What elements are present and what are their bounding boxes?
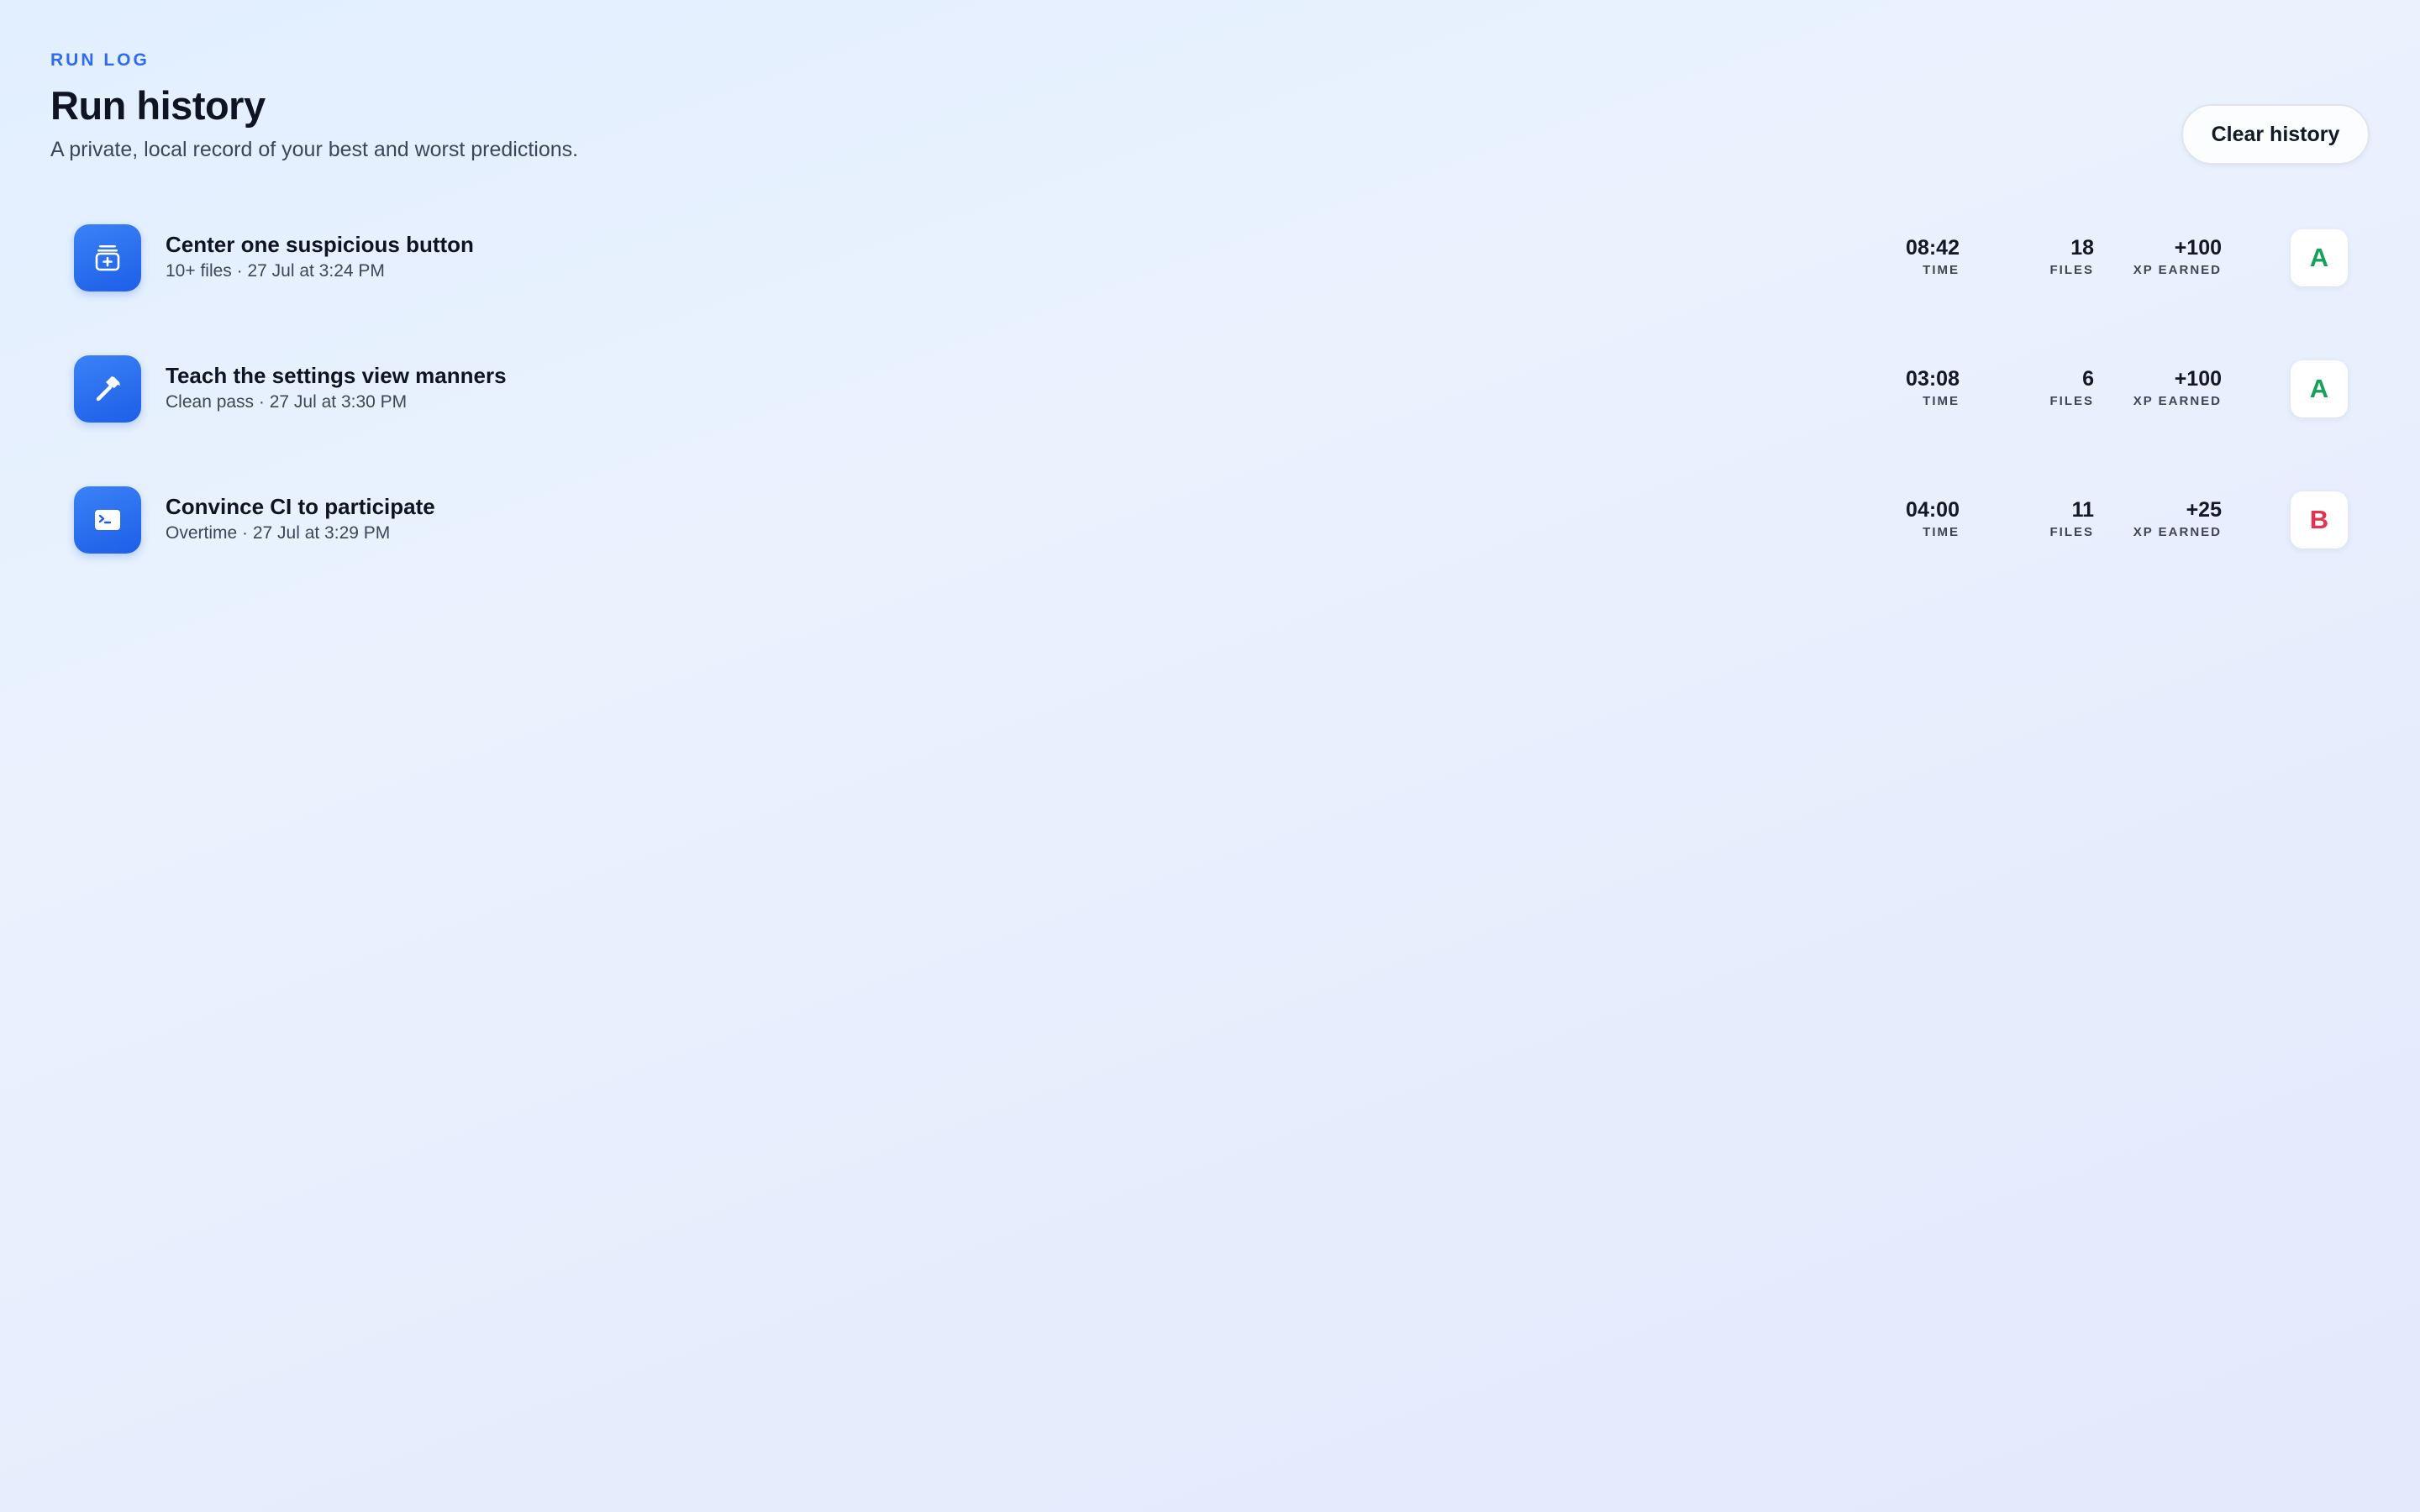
hammer-icon [74, 355, 141, 423]
run-info: Teach the settings view manners Clean pa… [166, 362, 507, 413]
xp-stat: +25 XP EARNED [2133, 498, 2222, 540]
run-meta: Overtime · 27 Jul at 3:29 PM [166, 523, 391, 543]
xp-stat: +100 XP EARNED [2133, 236, 2222, 278]
time-value: 03:08 [1906, 367, 1960, 391]
run-row[interactable]: Convince CI to participate Overtime · 27… [74, 486, 2348, 554]
run-title: Convince CI to participate [166, 494, 435, 519]
time-stat: 04:00 TIME [1906, 498, 1960, 540]
files-stat: 11 FILES [2049, 498, 2094, 540]
xp-value: +25 [2186, 498, 2222, 522]
page-subtitle: A private, local record of your best and… [50, 138, 579, 161]
time-value: 08:42 [1906, 236, 1960, 260]
terminal-icon [74, 486, 141, 554]
run-info: Convince CI to participate Overtime · 27… [166, 493, 435, 544]
run-row[interactable]: Teach the settings view manners Clean pa… [74, 355, 2348, 423]
xp-value: +100 [2174, 367, 2222, 391]
section-eyebrow: RUN LOG [50, 50, 150, 70]
time-stat: 08:42 TIME [1906, 236, 1960, 278]
run-title: Center one suspicious button [166, 232, 474, 257]
files-label: FILES [2049, 394, 2094, 408]
page-header: RUN LOG Run history A private, local rec… [50, 50, 578, 163]
xp-stat: +100 XP EARNED [2133, 367, 2222, 409]
xp-label: XP EARNED [2133, 394, 2222, 408]
xp-value: +100 [2174, 236, 2222, 260]
run-title: Teach the settings view manners [166, 363, 507, 388]
grade-badge: A [2291, 360, 2348, 417]
grade-badge: A [2291, 229, 2348, 286]
files-value: 18 [2070, 236, 2094, 260]
files-stat: 6 FILES [2049, 367, 2094, 409]
clear-history-button[interactable]: Clear history [2181, 104, 2370, 165]
files-label: FILES [2049, 525, 2094, 539]
run-info: Center one suspicious button 10+ files ·… [166, 231, 474, 282]
time-label: TIME [1923, 394, 1960, 408]
package-icon [74, 224, 141, 291]
time-label: TIME [1923, 525, 1960, 539]
grade-badge: B [2291, 491, 2348, 549]
xp-label: XP EARNED [2133, 525, 2222, 539]
time-label: TIME [1923, 263, 1960, 277]
time-value: 04:00 [1906, 498, 1960, 522]
files-stat: 18 FILES [2049, 236, 2094, 278]
files-value: 6 [2082, 367, 2094, 391]
run-meta: Clean pass · 27 Jul at 3:30 PM [166, 392, 408, 412]
xp-label: XP EARNED [2133, 263, 2222, 277]
files-label: FILES [2049, 263, 2094, 277]
run-meta: 10+ files · 27 Jul at 3:24 PM [166, 261, 385, 281]
time-stat: 03:08 TIME [1906, 367, 1960, 409]
run-row[interactable]: Center one suspicious button 10+ files ·… [74, 224, 2348, 291]
files-value: 11 [2071, 498, 2094, 522]
page-title: Run history [50, 83, 266, 128]
